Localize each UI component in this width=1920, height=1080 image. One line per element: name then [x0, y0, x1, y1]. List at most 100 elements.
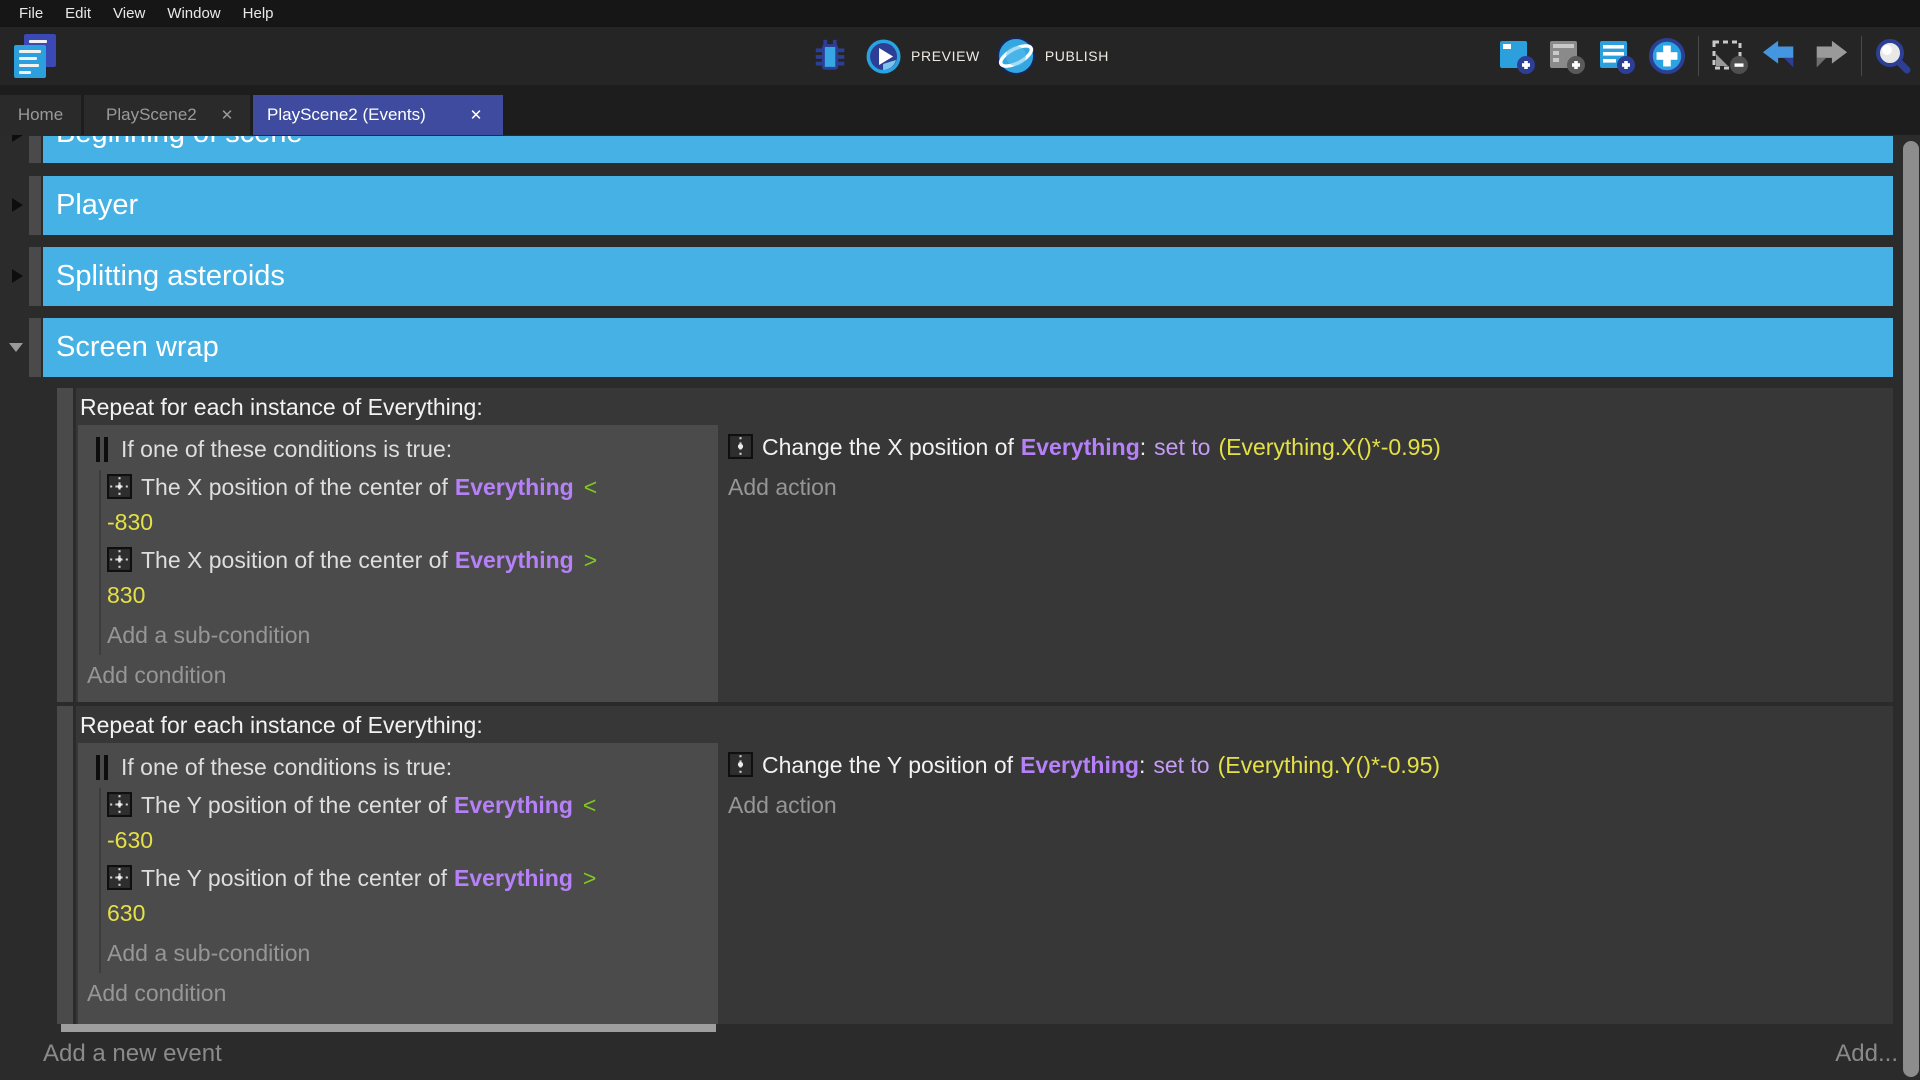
group-title: Player — [43, 176, 1893, 235]
menu-bar: File Edit View Window Help — [0, 0, 1920, 27]
logo-front-page — [14, 45, 46, 78]
position-icon — [107, 865, 132, 890]
add-new-event-link[interactable]: Add a new event — [43, 1038, 222, 1070]
add-condition-link[interactable]: Add condition — [78, 976, 718, 1011]
conditions-panel: If one of these conditions is true: The … — [78, 425, 718, 702]
action-text: Change the X position of — [762, 434, 1014, 460]
add-sub-condition-link[interactable]: Add a sub-condition — [101, 936, 718, 971]
position-icon — [107, 547, 132, 572]
object-name: Everything — [454, 865, 573, 891]
or-operator-icon — [96, 437, 108, 462]
vertical-scrollbar[interactable] — [1903, 141, 1919, 1077]
add-comment-icon[interactable] — [1598, 37, 1636, 75]
object-name: Everything — [455, 474, 574, 500]
preview-label: PREVIEW — [911, 48, 980, 64]
redo-icon[interactable] — [1811, 37, 1849, 75]
group-drag-handle[interactable] — [29, 318, 41, 377]
debugger-icon[interactable] — [811, 37, 849, 75]
undo-icon[interactable] — [1761, 37, 1799, 75]
event-bottom-bar — [61, 1024, 716, 1032]
choose-and-add-event-icon[interactable] — [1648, 37, 1686, 75]
comparison-operator: > — [583, 865, 596, 891]
condition-text: The Y position of the center of — [141, 792, 447, 818]
remove-selection-icon[interactable] — [1711, 37, 1749, 75]
event-row[interactable]: Repeat for each instance of Everything: … — [57, 388, 1893, 702]
action-operator: set to — [1153, 752, 1209, 778]
publish-label: PUBLISH — [1045, 48, 1109, 64]
action-expression: (Everything.Y()*-0.95) — [1218, 752, 1440, 778]
close-tab-icon[interactable] — [218, 106, 236, 124]
group-drag-handle[interactable] — [29, 176, 41, 235]
preview-button[interactable]: PREVIEW — [865, 38, 980, 75]
gdevelop-logo-icon — [12, 34, 58, 78]
object-name: Everything — [1021, 434, 1140, 460]
menu-item-view[interactable]: View — [102, 0, 156, 27]
repeat-for-each-label[interactable]: Repeat for each instance of Everything: — [78, 707, 1893, 743]
actions-column: Change the X position of Everything: set t… — [728, 425, 1893, 702]
collapse-arrow-icon[interactable] — [12, 135, 23, 142]
event-group-beginning-of-scene[interactable]: Beginning of scene — [0, 136, 1893, 163]
comparison-operator: < — [583, 792, 596, 818]
close-tab-icon[interactable] — [467, 106, 485, 124]
event-group-player[interactable]: Player — [0, 176, 1893, 235]
condition-row[interactable]: The X position of the center ofEverythin… — [101, 543, 718, 613]
event-drag-handle[interactable] — [57, 388, 73, 702]
condition-row[interactable]: The Y position of the center ofEverythin… — [101, 788, 718, 858]
condition-value: -830 — [107, 505, 718, 540]
action-text: Change the Y position of — [762, 752, 1013, 778]
condition-row[interactable]: The Y position of the center of Everythin… — [101, 861, 718, 931]
expand-arrow-icon[interactable] — [9, 343, 23, 352]
action-row[interactable]: Change the Y position of Everything: set t… — [728, 748, 1893, 782]
or-operator-icon — [96, 755, 108, 780]
toolbar-separator — [1698, 36, 1699, 76]
main-toolbar: PREVIEW PUBLISH — [0, 27, 1920, 85]
condition-text: The X position of the center of — [141, 474, 448, 500]
add-condition-link[interactable]: Add condition — [78, 658, 718, 693]
group-drag-handle[interactable] — [29, 247, 41, 306]
search-icon[interactable] — [1874, 37, 1912, 75]
condition-value: -630 — [107, 823, 718, 858]
event-drag-handle[interactable] — [57, 706, 73, 1024]
tab-playscene2-events[interactable]: PlayScene2 (Events) — [253, 95, 503, 135]
group-drag-handle[interactable] — [29, 136, 41, 163]
condition-text: The X position of the center of — [141, 547, 448, 573]
event-row[interactable]: Repeat for each instance of Everything: … — [57, 706, 1893, 1024]
menu-item-window[interactable]: Window — [156, 0, 231, 27]
menu-item-edit[interactable]: Edit — [54, 0, 102, 27]
or-conditions-header[interactable]: If one of these conditions is true: — [78, 431, 718, 467]
tab-label: PlayScene2 (Events) — [253, 105, 447, 125]
position-icon — [728, 752, 753, 777]
add-action-link[interactable]: Add action — [728, 470, 1893, 504]
collapse-arrow-icon[interactable] — [12, 269, 23, 283]
action-expression: (Everything.X()*-0.95) — [1218, 434, 1440, 460]
object-name: Everything — [1020, 752, 1139, 778]
publish-button[interactable]: PUBLISH — [996, 36, 1109, 76]
condition-value: 830 — [107, 578, 718, 613]
or-conditions-header[interactable]: If one of these conditions is true: — [78, 749, 718, 785]
event-group-splitting-asteroids[interactable]: Splitting asteroids — [0, 247, 1893, 306]
add-action-link[interactable]: Add action — [728, 788, 1893, 822]
condition-text: The Y position of the center of — [141, 865, 447, 891]
collapse-arrow-icon[interactable] — [12, 198, 23, 212]
menu-item-help[interactable]: Help — [232, 0, 285, 27]
or-conditions-header-text: If one of these conditions is true: — [121, 436, 452, 463]
condition-row[interactable]: The X position of the center of Everythin… — [101, 470, 718, 540]
add-subevent-icon[interactable] — [1548, 37, 1586, 75]
action-row[interactable]: Change the X position of Everything: set t… — [728, 430, 1893, 464]
action-separator: : — [1139, 752, 1145, 778]
add-sub-condition-link[interactable]: Add a sub-condition — [101, 618, 718, 653]
action-operator: set to — [1154, 434, 1210, 460]
action-separator: : — [1140, 434, 1146, 460]
tab-playscene2[interactable]: PlayScene2 — [84, 95, 250, 135]
event-group-screen-wrap[interactable]: Screen wrap — [0, 318, 1893, 377]
repeat-for-each-label[interactable]: Repeat for each instance of Everything: — [78, 389, 1893, 425]
play-icon — [865, 38, 902, 75]
group-title: Screen wrap — [43, 318, 1893, 377]
add-event-icon[interactable] — [1498, 37, 1536, 75]
group-title: Splitting asteroids — [43, 247, 1893, 306]
tab-strip: Home PlayScene2 PlayScene2 (Events) — [0, 85, 1920, 135]
menu-item-file[interactable]: File — [8, 0, 54, 27]
add-more-link[interactable]: Add... — [1835, 1038, 1898, 1070]
tab-home[interactable]: Home — [0, 95, 81, 135]
toolbar-separator — [1861, 36, 1862, 76]
